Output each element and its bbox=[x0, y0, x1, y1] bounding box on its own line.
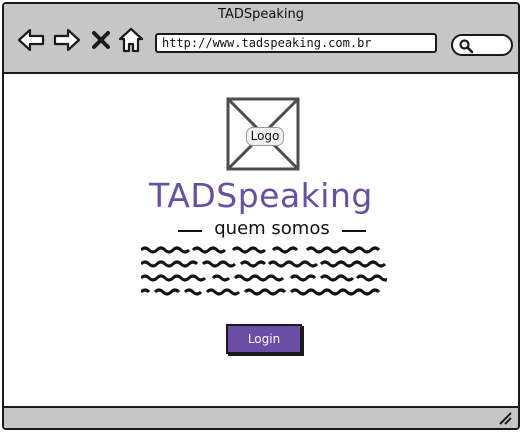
browser-window: TADSpeaking http://www.tadspeaking.com.b… bbox=[2, 2, 520, 430]
text-placeholder-line bbox=[141, 246, 381, 254]
browser-toolbar: TADSpeaking http://www.tadspeaking.com.b… bbox=[4, 4, 518, 74]
subtitle-divider-right bbox=[342, 230, 366, 232]
window-title: TADSpeaking bbox=[218, 7, 304, 22]
text-placeholder-line bbox=[141, 260, 387, 268]
subtitle-section: quem somos bbox=[174, 218, 370, 242]
subtitle: quem somos bbox=[214, 218, 330, 239]
resize-grip-icon[interactable] bbox=[498, 411, 512, 425]
text-placeholder-line bbox=[141, 274, 387, 282]
search-icon bbox=[459, 39, 474, 54]
text-placeholder-line bbox=[141, 288, 381, 296]
status-bar bbox=[4, 406, 518, 428]
logo-label: Logo bbox=[246, 127, 284, 146]
brand-title: TADSpeaking bbox=[149, 176, 373, 215]
home-icon[interactable] bbox=[117, 26, 145, 54]
arrow-left-icon[interactable] bbox=[16, 26, 46, 54]
close-icon[interactable] bbox=[90, 26, 112, 54]
search-box[interactable] bbox=[451, 34, 513, 56]
login-button[interactable]: Login bbox=[226, 324, 302, 354]
address-bar[interactable]: http://www.tadspeaking.com.br bbox=[155, 33, 437, 53]
arrow-right-icon[interactable] bbox=[52, 26, 82, 54]
